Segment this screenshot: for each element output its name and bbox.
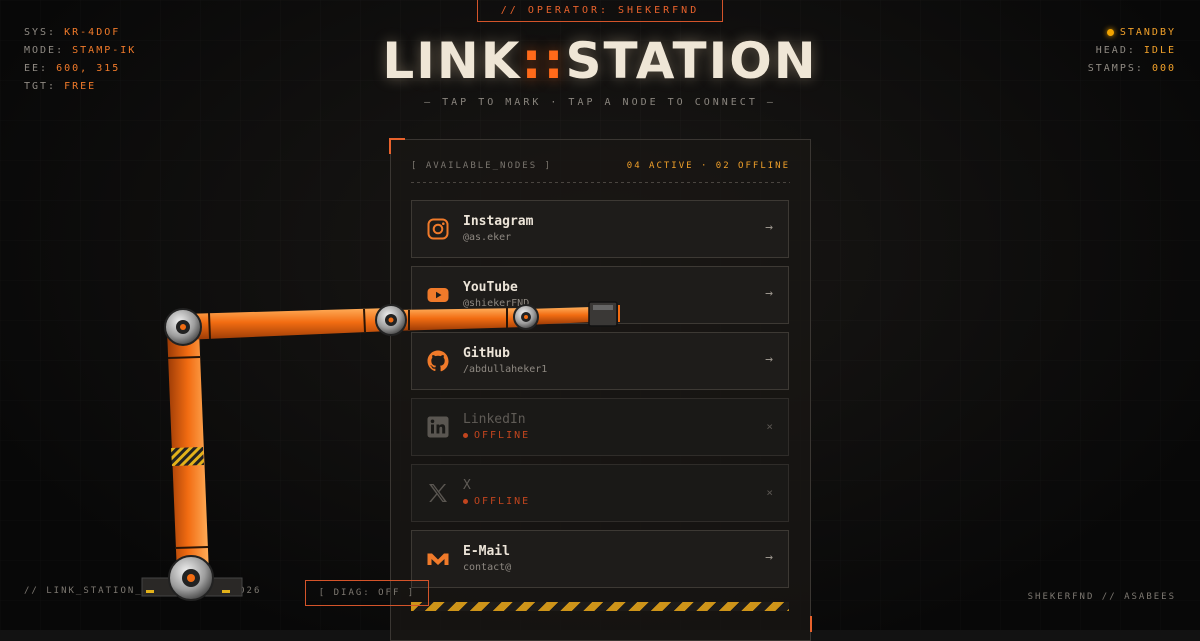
panel-header: [ AVAILABLE_NODES ] 04 ACTIVE · 02 OFFLI… [411, 161, 790, 171]
node-handle: @shiekerFND [463, 298, 530, 309]
offline-status: OFFLINE [463, 430, 530, 441]
node-name: YouTube [463, 280, 518, 295]
panel-corner-marker [389, 138, 405, 154]
node-x[interactable]: X OFFLINE × [411, 464, 789, 522]
footer-credit: SHEKERFND // ASABEES [1027, 592, 1176, 602]
node-handle: contact@ [463, 562, 512, 573]
node-youtube[interactable]: YouTube @shiekerFND → [411, 266, 789, 324]
arrow-right-icon: → [765, 220, 773, 235]
close-icon: × [766, 486, 773, 499]
page-subtitle: — TAP TO MARK · TAP A NODE TO CONNECT — [424, 97, 776, 108]
node-name: LinkedIn [463, 412, 526, 427]
offline-status: OFFLINE [463, 496, 530, 507]
node-email[interactable]: E-Mail contact@ → [411, 530, 789, 588]
panel-label: [ AVAILABLE_NODES ] [411, 161, 552, 171]
diag-toggle-button[interactable]: [ DIAG: OFF ] [305, 580, 429, 606]
panel-status: 04 ACTIVE · 02 OFFLINE [626, 161, 790, 171]
title-left: LINK [382, 32, 522, 90]
page-title: LINK::STATION [0, 32, 1200, 90]
offline-label: OFFLINE [474, 430, 531, 441]
node-name: Instagram [463, 214, 534, 229]
arrow-right-icon: → [765, 286, 773, 301]
offline-dot-icon [463, 432, 468, 438]
hazard-stripe [411, 602, 789, 611]
node-handle: /abdullaheker1 [463, 364, 548, 375]
nodes-panel: [ AVAILABLE_NODES ] 04 ACTIVE · 02 OFFLI… [389, 138, 812, 641]
linkedin-icon [427, 416, 449, 438]
offline-label: OFFLINE [474, 496, 531, 507]
youtube-icon [427, 288, 449, 302]
github-icon [427, 350, 449, 372]
node-name: E-Mail [463, 544, 510, 559]
offline-dot-icon [463, 498, 468, 504]
node-name: GitHub [463, 346, 510, 361]
footer-version: // LINK_STATION_v1.1 // EST.2026 [24, 586, 262, 596]
instagram-icon [427, 218, 449, 240]
operator-tag: // OPERATOR: SHEKERFND [477, 0, 723, 22]
arrow-right-icon: → [765, 550, 773, 565]
node-github[interactable]: GitHub /abdullaheker1 → [411, 332, 789, 390]
title-right: STATION [565, 32, 818, 90]
node-instagram[interactable]: Instagram @as.eker → [411, 200, 789, 258]
mail-icon [427, 553, 449, 565]
title-separator: :: [521, 32, 566, 90]
close-icon: × [766, 420, 773, 433]
node-name: X [463, 478, 471, 493]
arrow-right-icon: → [765, 352, 773, 367]
node-handle: @as.eker [463, 232, 512, 243]
panel-divider [411, 182, 790, 183]
x-icon [429, 484, 447, 502]
node-linkedin[interactable]: LinkedIn OFFLINE × [411, 398, 789, 456]
